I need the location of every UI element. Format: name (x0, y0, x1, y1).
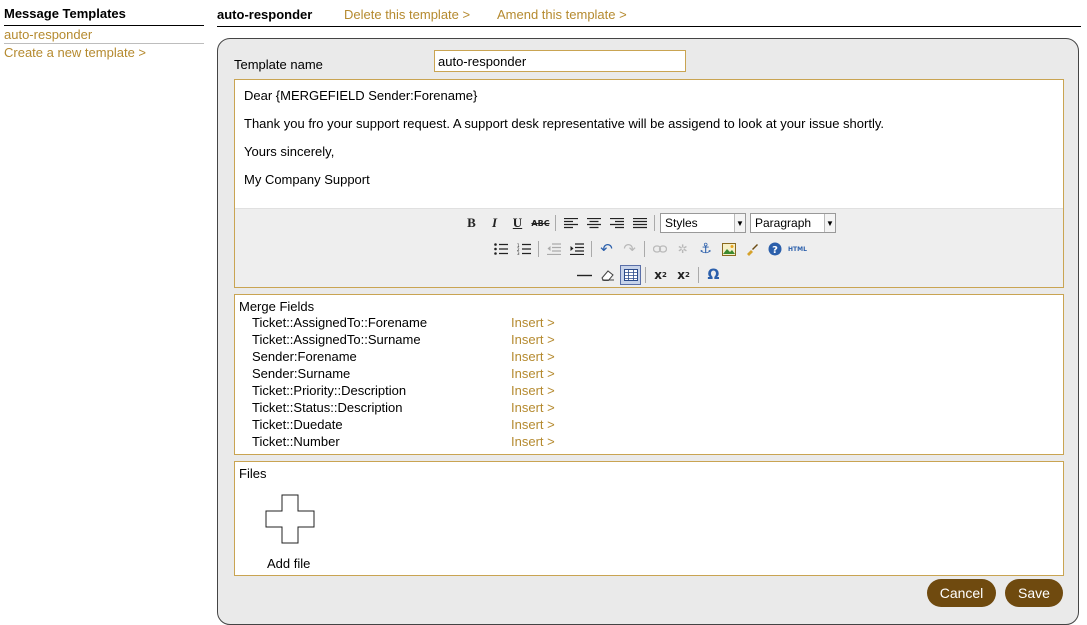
chevron-down-icon: ▼ (734, 214, 745, 232)
svg-text:3: 3 (517, 251, 520, 255)
rich-text-editor: Dear {MERGEFIELD Sender:Forename} Thank … (234, 79, 1064, 288)
merge-field-insert-link[interactable]: Insert > (511, 365, 555, 382)
toolbar-separator (644, 241, 645, 257)
merge-field-name: Ticket::Number (252, 434, 340, 449)
anchor-icon[interactable]: ⚓ (695, 239, 716, 259)
delete-template-link[interactable]: Delete this template > (344, 7, 470, 22)
cancel-button[interactable]: Cancel (927, 579, 996, 607)
link-icon[interactable] (649, 239, 670, 259)
strikethrough-icon[interactable]: ABC (530, 213, 551, 233)
toolbar-separator (591, 241, 592, 257)
add-file-label[interactable]: Add file (267, 556, 310, 571)
toolbar-row: x2 x2 Ω (235, 264, 1063, 286)
editor-paragraph: Dear {MERGEFIELD Sender:Forename} (244, 88, 478, 103)
merge-field-insert-link[interactable]: Insert > (511, 433, 555, 450)
merge-field-row: Sender:Forename Insert > (252, 348, 1052, 365)
editor-paragraph: Thank you fro your support request. A su… (244, 116, 884, 131)
page-header: auto-responder Delete this template > Am… (217, 6, 1081, 27)
page-title: auto-responder (217, 7, 313, 22)
merge-fields-list: Ticket::AssignedTo::Forename Insert > Tic… (252, 314, 1052, 450)
bullet-list-icon[interactable] (490, 239, 511, 259)
align-center-icon[interactable] (583, 213, 604, 233)
styles-select-value: Styles (665, 216, 698, 230)
merge-field-row: Ticket::Duedate Insert > (252, 416, 1052, 433)
sidebar-title: Message Templates (4, 6, 204, 26)
merge-field-insert-link[interactable]: Insert > (511, 348, 555, 365)
align-justify-icon[interactable] (629, 213, 650, 233)
merge-field-name: Ticket::Priority::Description (252, 383, 407, 398)
save-button[interactable]: Save (1005, 579, 1063, 607)
toolbar-separator (538, 241, 539, 257)
editor-paragraph: Yours sincerely, (244, 144, 335, 159)
chevron-down-icon: ▼ (824, 214, 835, 232)
bold-icon[interactable]: B (461, 213, 482, 233)
sidebar-item-auto-responder[interactable]: auto-responder (4, 26, 204, 44)
toolbar-separator (698, 267, 699, 283)
outdent-icon[interactable] (543, 239, 564, 259)
unlink-icon[interactable]: ✲ (672, 239, 693, 259)
editor-toolbar: B I U ABC Styles ▼ Paragraph ▼ 1 2 3 ↶ ↷… (235, 208, 1063, 287)
merge-field-name: Ticket::Duedate (252, 417, 343, 432)
horizontal-rule-icon[interactable] (574, 265, 595, 285)
merge-field-name: Ticket::AssignedTo::Forename (252, 315, 428, 330)
amend-template-link[interactable]: Amend this template > (497, 7, 627, 22)
add-file-button[interactable] (263, 494, 317, 544)
special-character-icon[interactable]: Ω (703, 265, 724, 285)
toolbar-separator (645, 267, 646, 283)
files-section: Files Add file (234, 461, 1064, 576)
html-source-icon[interactable]: HTML (787, 239, 808, 259)
editor-content[interactable]: Dear {MERGEFIELD Sender:Forename} Thank … (235, 80, 1063, 208)
align-left-icon[interactable] (560, 213, 581, 233)
superscript-icon[interactable]: x2 (673, 265, 694, 285)
format-select-value: Paragraph (755, 216, 812, 230)
merge-field-insert-link[interactable]: Insert > (511, 331, 555, 348)
files-title: Files (239, 466, 267, 481)
image-icon[interactable] (718, 239, 739, 259)
template-name-label: Template name (234, 57, 323, 72)
template-panel: Template name Dear {MERGEFIELD Sender:Fo… (217, 38, 1079, 625)
indent-icon[interactable] (566, 239, 587, 259)
merge-field-insert-link[interactable]: Insert > (511, 416, 555, 433)
sidebar-item-create-template[interactable]: Create a new template > (4, 44, 204, 61)
merge-field-row: Ticket::Number Insert > (252, 433, 1052, 450)
underline-icon[interactable]: U (507, 213, 528, 233)
merge-fields-section: Merge Fields Ticket::AssignedTo::Forenam… (234, 294, 1064, 455)
eraser-icon[interactable] (597, 265, 618, 285)
merge-field-name: Ticket::Status::Description (252, 400, 403, 415)
merge-fields-title: Merge Fields (239, 299, 315, 314)
redo-icon[interactable]: ↷ (619, 239, 640, 259)
svg-text:?: ? (772, 245, 778, 256)
subscript-icon[interactable]: x2 (650, 265, 671, 285)
toolbar-row: 123 ↶ ↷ ✲ ⚓ ? HTML (235, 238, 1063, 260)
format-select[interactable]: Paragraph ▼ (750, 213, 836, 233)
undo-icon[interactable]: ↶ (596, 239, 617, 259)
plus-icon (265, 494, 315, 544)
editor-paragraph: My Company Support (244, 172, 370, 187)
merge-field-row: Ticket::Priority::Description Insert > (252, 382, 1052, 399)
visual-aid-table-icon[interactable] (620, 265, 641, 285)
merge-field-insert-link[interactable]: Insert > (511, 314, 555, 331)
merge-field-insert-link[interactable]: Insert > (511, 382, 555, 399)
cleanup-icon[interactable] (741, 239, 762, 259)
merge-field-insert-link[interactable]: Insert > (511, 399, 555, 416)
sidebar: Message Templates auto-responder Create … (4, 6, 204, 61)
toolbar-separator (654, 215, 655, 231)
merge-field-row: Sender:Surname Insert > (252, 365, 1052, 382)
merge-field-name: Ticket::AssignedTo::Surname (252, 332, 421, 347)
toolbar-row: B I U ABC Styles ▼ Paragraph ▼ (235, 212, 1063, 234)
merge-field-row: Ticket::AssignedTo::Forename Insert > (252, 314, 1052, 331)
italic-icon[interactable]: I (484, 213, 505, 233)
align-right-icon[interactable] (606, 213, 627, 233)
merge-field-row: Ticket::AssignedTo::Surname Insert > (252, 331, 1052, 348)
merge-field-row: Ticket::Status::Description Insert > (252, 399, 1052, 416)
merge-field-name: Sender:Surname (252, 366, 351, 381)
merge-field-name: Sender:Forename (252, 349, 357, 364)
numbered-list-icon[interactable]: 123 (513, 239, 534, 259)
toolbar-separator (555, 215, 556, 231)
styles-select[interactable]: Styles ▼ (660, 213, 746, 233)
help-icon[interactable]: ? (764, 239, 785, 259)
template-name-input[interactable] (434, 50, 686, 72)
